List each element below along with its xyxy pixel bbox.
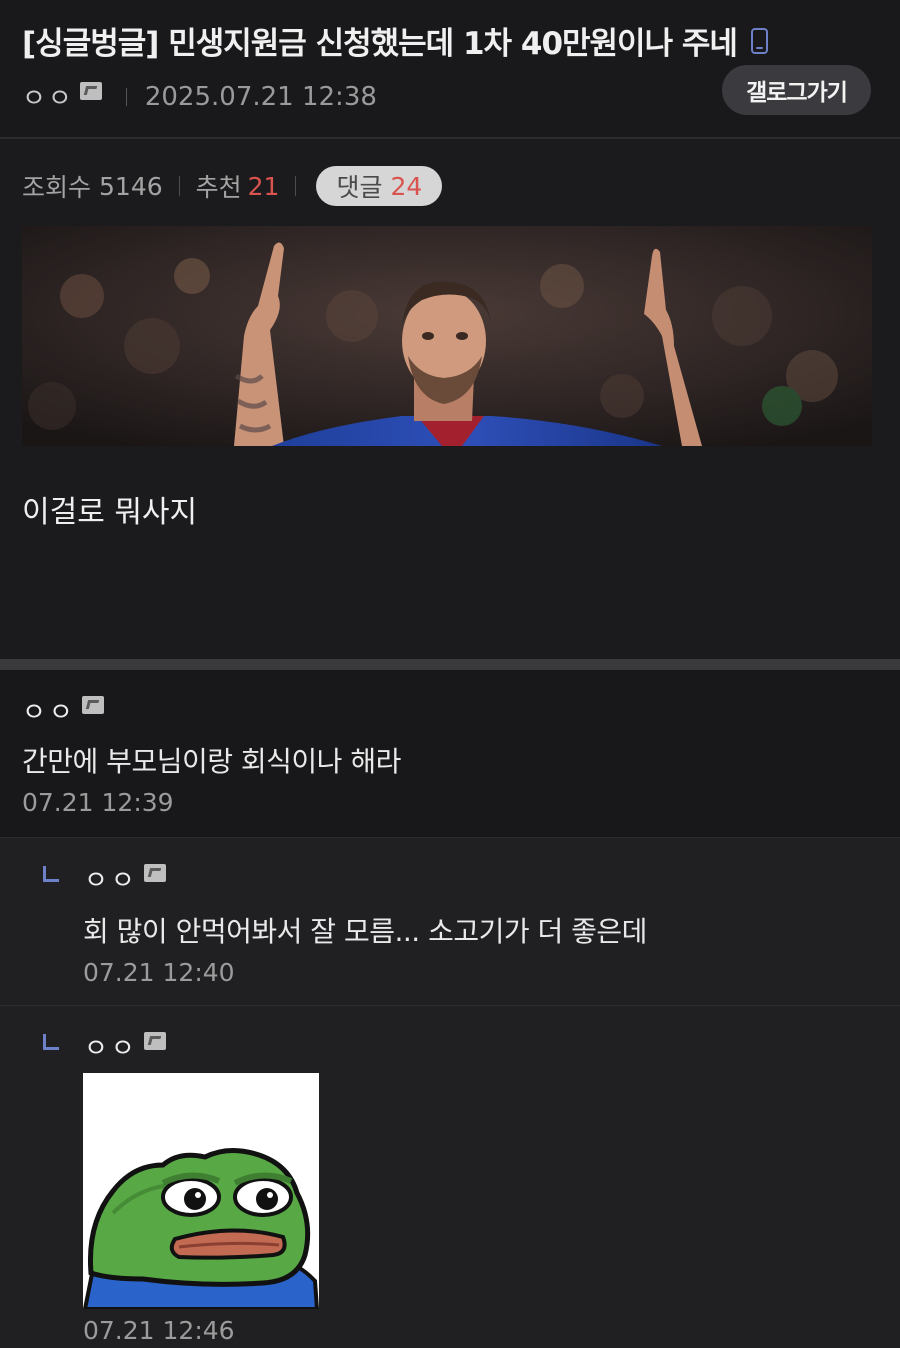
reply-text: 회 많이 안먹어봐서 잘 모름... 소고기가 더 좋은데 (83, 915, 647, 948)
frog-sticker-graphic (83, 1148, 319, 1309)
recommend-label: 추천 (195, 173, 242, 202)
post-stats: 조회수 5146 추천 21 댓글 24 (22, 166, 443, 206)
reply-date: 07.21 12:40 (83, 958, 235, 987)
fixed-nick-icon (143, 863, 166, 882)
reply-arrow-icon (43, 866, 59, 882)
sticker-image (83, 1073, 319, 1309)
comments-separator (0, 659, 900, 670)
reply-author[interactable]: ㅇㅇ (84, 1028, 166, 1065)
comment-date: 07.21 12:39 (22, 788, 174, 817)
title-row: [싱글벙글] 민생지원금 신청했는데 1차 40만원이나 주네 (22, 18, 768, 63)
comments-button[interactable]: 댓글 24 (316, 166, 443, 206)
comment-item: ㅇㅇ 간만에 부모님이랑 회식이나 해라 07.21 12:39 (0, 670, 900, 837)
stats-divider (295, 176, 297, 196)
gallog-button[interactable]: 갤로그가기 (722, 65, 871, 115)
reply-author-name[interactable]: ㅇㅇ (84, 860, 138, 897)
post-image-graphic (22, 226, 872, 446)
author-nickname[interactable]: ㅇㅇ (22, 78, 74, 115)
post-body: 이걸로 뭐사지 (22, 495, 198, 530)
meta-divider (125, 87, 127, 106)
post-header: [싱글벙글] 민생지원금 신청했는데 1차 40만원이나 주네 ㅇㅇ 2025.… (0, 0, 900, 139)
views-label: 조회수 (22, 173, 92, 202)
fixed-nick-icon (81, 695, 104, 714)
comments-label: 댓글 (336, 173, 383, 202)
fixed-nick-icon (143, 1031, 166, 1050)
post-title: [싱글벙글] 민생지원금 신청했는데 1차 40만원이나 주네 (22, 26, 738, 62)
stats-divider (178, 176, 180, 196)
views-count: 5146 (99, 171, 163, 201)
comment-text: 간만에 부모님이랑 회식이나 해라 (22, 745, 401, 778)
mobile-icon (750, 27, 768, 54)
comments-count: 24 (390, 171, 423, 201)
comment-author-name[interactable]: ㅇㅇ (22, 692, 76, 729)
post-image (22, 226, 872, 446)
reply-author-name[interactable]: ㅇㅇ (84, 1028, 138, 1065)
reply-arrow-icon (43, 1034, 59, 1050)
post-meta: ㅇㅇ 2025.07.21 12:38 (22, 78, 377, 115)
reply-item: ㅇㅇ 회 많이 안먹어봐서 잘 모름... 소고기가 더 좋은데 07.21 1… (0, 837, 900, 1005)
reply-author[interactable]: ㅇㅇ (84, 860, 166, 897)
post-date: 2025.07.21 12:38 (144, 81, 377, 112)
reply-date: 07.21 12:46 (83, 1316, 235, 1345)
recommend-count: 21 (247, 171, 280, 201)
fixed-nick-icon (79, 81, 102, 100)
comment-author[interactable]: ㅇㅇ (22, 692, 104, 729)
